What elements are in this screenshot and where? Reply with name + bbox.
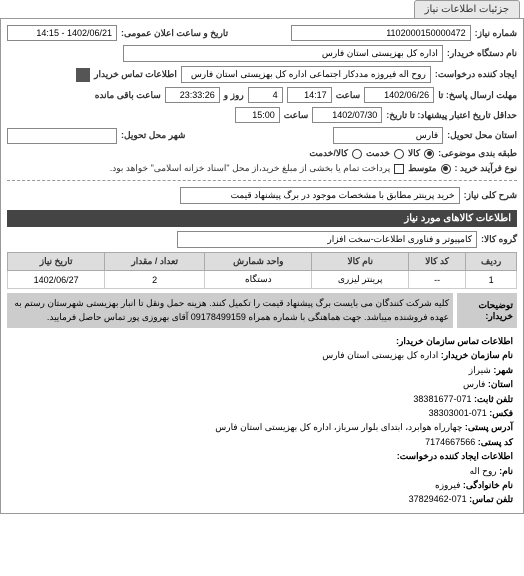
c-org: اداره کل بهزیستی استان فارس (322, 350, 438, 360)
ann-date-label: تاریخ و ساعت اعلان عمومی: (121, 28, 228, 39)
group-field: کامپیوتر و فناوری اطلاعات-سخت افزار (177, 231, 477, 248)
general-desc-field: خرید پرینتر مطابق با مشخصات موجود در برگ… (180, 187, 460, 204)
c-addr: چهارراه هوابرد، ابتدای بلوار سرباز، ادار… (215, 422, 462, 432)
th-2: نام کالا (312, 253, 409, 271)
valid-time-field: 15:00 (235, 107, 280, 123)
radio-kala[interactable] (424, 149, 434, 159)
resp-date-field: 1402/06/26 (364, 87, 434, 103)
remain-time-field: 23:33:26 (165, 87, 220, 103)
td-3: دستگاه (205, 271, 312, 289)
purchase-type-label: نوع فرآیند خرید : (455, 163, 518, 174)
buyer-label: نام دستگاه خریدار: (447, 48, 517, 59)
prov-label: استان محل تحویل: (447, 130, 517, 141)
c-prov: فارس (463, 379, 485, 389)
desc-text: کلیه شرکت کنندگان می بایست برگ پیشنهاد ق… (7, 293, 453, 328)
req-no-label: شماره نیاز: (475, 28, 517, 39)
td-4: 2 (105, 271, 205, 289)
c-org-label: نام سازمان خریدار: (441, 350, 513, 360)
c-lname: فیروزه (435, 480, 460, 490)
radio-khadamat[interactable] (394, 149, 404, 159)
requester-label: ایجاد کننده درخواست: (435, 69, 517, 80)
td-0: 1 (466, 271, 517, 289)
opt-both: کالا/خدمت (309, 148, 348, 159)
prov-field: فارس (333, 127, 443, 144)
c-reqc-title: اطلاعات ایجاد کننده درخواست: (397, 451, 513, 461)
desc-label: توضیحات خریدار: (457, 293, 517, 328)
contact-title: اطلاعات تماس سازمان خریدار: (396, 336, 513, 346)
th-1: کد کالا (408, 253, 465, 271)
c-fax-label: فکس: (489, 408, 513, 418)
contact-buyer-label: اطلاعات تماس خریدار (94, 69, 177, 80)
class-label: طبقه بندی موضوعی: (438, 148, 517, 159)
opt-kala: کالا (408, 148, 420, 159)
requester-field: روح اله فیروزه مددکار اجتماعی اداره کل ب… (181, 66, 431, 83)
roz-label: روز و (224, 90, 244, 101)
resp-time-field: 14:17 (287, 87, 332, 103)
th-3: واحد شمارش (205, 253, 312, 271)
buyer-field: اداره کل بهزیستی استان فارس (123, 45, 443, 62)
purchase-note: پرداخت تمام یا بخشی از مبلغ خرید،از محل … (110, 163, 390, 174)
req-no-field: 1102000150000472 (291, 25, 471, 41)
th-0: ردیف (466, 253, 517, 271)
section-items-bar: اطلاعات کالاهای مورد نیاز (7, 210, 517, 227)
city-label: شهر محل تحویل: (121, 130, 185, 141)
c-ctel: 071-37829462 (409, 494, 467, 504)
general-desc-label: شرح کلی نیاز: (464, 190, 517, 201)
c-fax: 071-38303001 (429, 408, 487, 418)
radio-both[interactable] (352, 149, 362, 159)
th-4: تعداد / مقدار (105, 253, 205, 271)
c-ctel-label: تلفن تماس: (469, 494, 513, 504)
c-tel-label: تلفن ثابت: (474, 394, 513, 404)
table-row: 1 -- پرینتر لیزری دستگاه 2 1402/06/27 (8, 271, 517, 289)
city-field (7, 128, 117, 144)
valid-date-field: 1402/07/30 (312, 107, 382, 123)
c-prov-label: استان: (488, 379, 513, 389)
contact-icon[interactable] (76, 68, 90, 82)
c-name: روح اله (470, 466, 497, 476)
group-label: گروه کالا: (481, 234, 517, 245)
c-zip: 7174667566 (425, 437, 475, 447)
th-5: تاریخ نیاز (8, 253, 105, 271)
td-1: -- (408, 271, 465, 289)
checkbox-note[interactable] (394, 164, 404, 174)
c-city-label: شهر: (493, 365, 513, 375)
valid-label: حداقل تاریخ اعتبار پیشنهاد: تا تاریخ: (386, 110, 517, 121)
td-2: پرینتر لیزری (312, 271, 409, 289)
c-zip-label: کد پستی: (478, 437, 513, 447)
opt-mid: متوسط (408, 163, 436, 174)
radio-mid[interactable] (441, 164, 451, 174)
saat-label-1: ساعت (336, 90, 361, 101)
remain-suffix: ساعت باقی مانده (95, 90, 161, 101)
resp-deadline-label: مهلت ارسال پاسخ: تا (438, 90, 517, 101)
ann-date-field: 1402/06/21 - 14:15 (7, 25, 117, 41)
opt-khadamat: خدمت (366, 148, 390, 159)
c-addr-label: آدرس پستی: (465, 422, 513, 432)
c-city: شیراز (469, 365, 491, 375)
details-panel: شماره نیاز: 1102000150000472 تاریخ و ساع… (0, 18, 524, 514)
items-table: ردیف کد کالا نام کالا واحد شمارش تعداد /… (7, 252, 517, 289)
saat-label-2: ساعت (284, 110, 309, 121)
td-5: 1402/06/27 (8, 271, 105, 289)
remain-days-field: 4 (248, 87, 283, 103)
c-lname-label: نام خانوادگی: (463, 480, 513, 490)
tab-details[interactable]: جزئیات اطلاعات نیاز (414, 0, 520, 18)
contact-info-block: اطلاعات تماس سازمان خریدار: نام سازمان خ… (7, 334, 517, 507)
c-tel: 071-38381677 (413, 394, 471, 404)
c-name-label: نام: (499, 466, 513, 476)
